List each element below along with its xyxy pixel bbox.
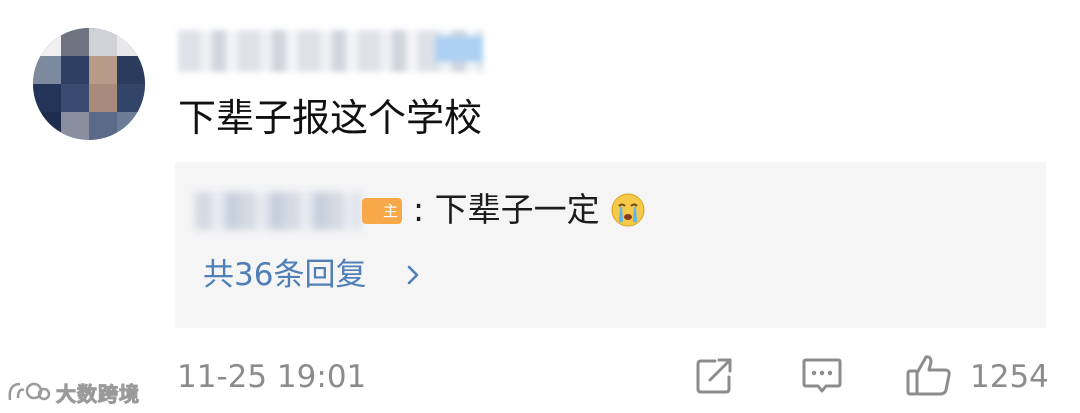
avatar[interactable] — [33, 28, 145, 140]
view-all-replies-link[interactable]: 共36条回复 — [203, 253, 366, 297]
watermark: 大数跨境 — [6, 376, 140, 408]
crying-face-icon — [611, 193, 645, 227]
reply-text: : 下辈子一定 — [413, 190, 600, 229]
comment-icon[interactable] — [801, 356, 843, 396]
watermark-text: 大数跨境 — [56, 381, 140, 406]
like-count: 1254 — [970, 359, 1049, 395]
share-icon[interactable] — [695, 357, 735, 395]
reply-preview[interactable]: 主 : 下辈子一定 共36条回复 — [175, 162, 1046, 328]
author-badge: 主 — [362, 198, 402, 224]
username[interactable] — [178, 30, 483, 72]
chevron-right-icon[interactable] — [406, 264, 420, 286]
reply-author-name[interactable] — [195, 192, 360, 230]
comment-timestamp: 11-25 19:01 — [177, 359, 367, 395]
watermark-logo-icon — [8, 382, 51, 401]
thumbs-up-icon[interactable] — [905, 353, 953, 397]
comment-text: 下辈子报这个学校 — [178, 96, 483, 140]
